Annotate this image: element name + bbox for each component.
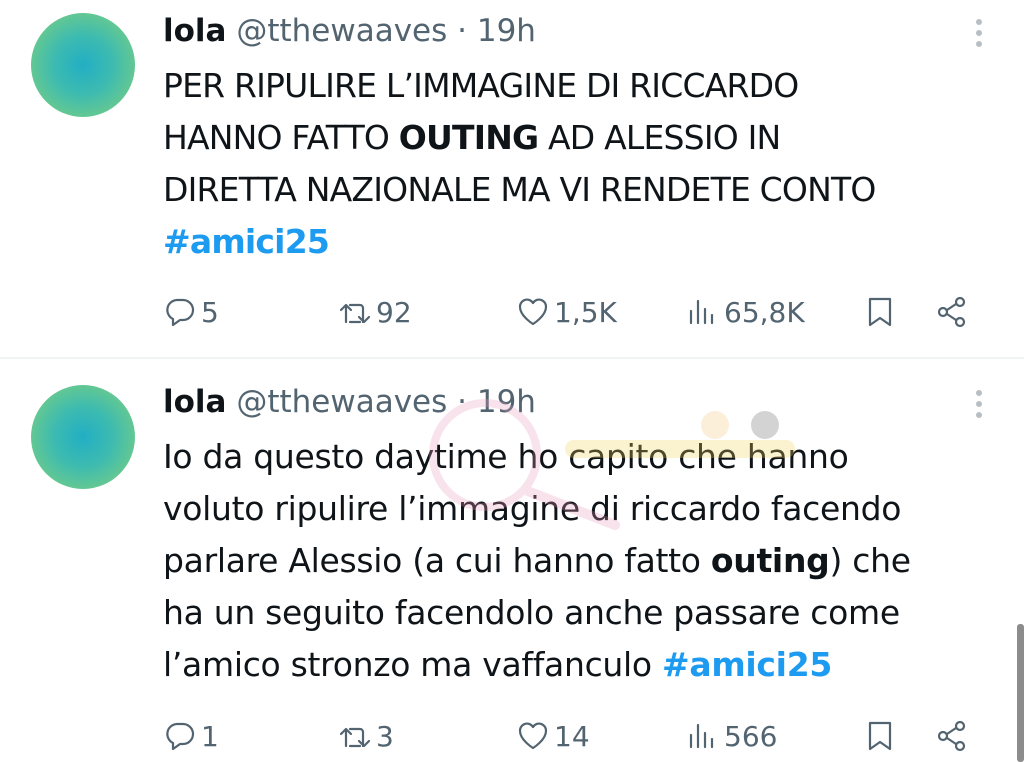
tweet-actions: 5 92 1,5K 65,8K — [0, 290, 1024, 334]
author-handle[interactable]: @tthewaaves — [236, 13, 447, 49]
text-segment: l’amico stronzo ma vaffanculo — [163, 645, 662, 684]
author-name[interactable]: lola — [163, 13, 226, 49]
heart-icon — [518, 722, 548, 750]
tweet-text-line: HANNO FATTO OUTING AD ALESSIO IN — [163, 112, 1003, 164]
text-segment: HANNO FATTO — [163, 118, 399, 157]
tweet-text: PER RIPULIRE L’IMMAGINE DI RICCARDO HANNO… — [163, 60, 1003, 268]
avatar[interactable] — [31, 385, 135, 489]
like-button[interactable]: 14 — [516, 714, 590, 758]
bookmark-button[interactable] — [863, 290, 897, 334]
repost-button[interactable]: 92 — [338, 290, 412, 334]
share-button[interactable] — [935, 290, 969, 334]
avatar[interactable] — [31, 13, 135, 117]
views-icon — [689, 299, 714, 325]
repost-count: 3 — [376, 719, 394, 753]
text-segment: AD ALESSIO IN — [538, 118, 781, 157]
timestamp[interactable]: 19h — [477, 13, 536, 49]
tweet-header: lola @tthewaaves · 19h — [163, 11, 536, 51]
repost-icon — [339, 303, 371, 324]
timestamp[interactable]: 19h — [477, 384, 536, 420]
more-vertical-icon[interactable] — [974, 19, 984, 47]
like-count: 14 — [554, 719, 590, 753]
views-icon — [689, 723, 714, 749]
bookmark-icon — [868, 721, 892, 751]
reply-count: 5 — [201, 295, 219, 329]
heart-icon — [518, 298, 548, 326]
author-handle[interactable]: @tthewaaves — [236, 384, 447, 420]
tweet-text-line: ha un seguito facendolo anche passare co… — [163, 587, 1003, 639]
separator-dot: · — [457, 13, 467, 49]
tweet-text-line: l’amico stronzo ma vaffanculo #amici25 — [163, 639, 1003, 691]
view-count: 566 — [724, 719, 778, 753]
separator-dot: · — [457, 384, 467, 420]
tweet-text-line: DIRETTA NAZIONALE MA VI RENDETE CONTO — [163, 164, 1003, 216]
tweet-divider — [0, 357, 1024, 359]
reply-button[interactable]: 1 — [163, 714, 219, 758]
repost-button[interactable]: 3 — [338, 714, 394, 758]
view-count: 65,8K — [724, 295, 805, 329]
reply-count: 1 — [201, 719, 219, 753]
tweet-text-line: parlare Alessio (a cui hanno fatto outin… — [163, 535, 1003, 587]
bookmark-icon — [868, 297, 892, 327]
hashtag-link[interactable]: #amici25 — [662, 645, 832, 684]
tweet-text: Io da questo daytime ho capito che hanno… — [163, 431, 1003, 691]
text-segment: ha un seguito facendolo anche passare co… — [163, 593, 900, 632]
text-segment: parlare Alessio (a cui hanno fatto — [163, 541, 711, 580]
bookmark-button[interactable] — [863, 714, 897, 758]
more-vertical-icon[interactable] — [974, 390, 984, 418]
views-button[interactable]: 566 — [686, 714, 777, 758]
share-icon — [937, 296, 966, 328]
tweet-text-line: PER RIPULIRE L’IMMAGINE DI RICCARDO — [163, 60, 1003, 112]
tweet-header: lola @tthewaaves · 19h — [163, 382, 536, 422]
tweet-text-line: Io da questo daytime ho capito che hanno — [163, 431, 1003, 483]
like-count: 1,5K — [554, 295, 617, 329]
tweet-text-line: #amici25 — [163, 216, 1003, 268]
hashtag-link[interactable]: #amici25 — [163, 222, 330, 261]
tweet-text-line: voluto ripulire l’immagine di riccardo f… — [163, 483, 1003, 535]
share-button[interactable] — [935, 714, 969, 758]
repost-icon — [339, 727, 371, 748]
text-segment: ) che — [829, 541, 911, 580]
scrollbar[interactable] — [1017, 624, 1024, 762]
text-segment: Io da questo daytime ho capito che hanno — [163, 437, 849, 476]
bold-text: OUTING — [398, 118, 539, 157]
repost-count: 92 — [376, 295, 412, 329]
share-icon — [937, 720, 966, 752]
views-button[interactable]: 65,8K — [686, 290, 805, 334]
author-name[interactable]: lola — [163, 384, 226, 420]
bold-text: outing — [710, 541, 830, 580]
tweet-actions: 1 3 14 566 — [0, 714, 1024, 758]
reply-icon — [166, 298, 195, 327]
text-segment: PER RIPULIRE L’IMMAGINE DI RICCARDO — [163, 66, 799, 105]
tweet[interactable]: lola @tthewaaves · 19h PER RIPULIRE L’IM… — [0, 0, 1024, 358]
like-button[interactable]: 1,5K — [516, 290, 617, 334]
text-segment: voluto ripulire l’immagine di riccardo f… — [163, 489, 902, 528]
reply-icon — [166, 722, 195, 751]
reply-button[interactable]: 5 — [163, 290, 219, 334]
tweet[interactable]: lola @tthewaaves · 19h Io da questo dayt… — [0, 360, 1024, 762]
text-segment: DIRETTA NAZIONALE MA VI RENDETE CONTO — [163, 170, 876, 209]
